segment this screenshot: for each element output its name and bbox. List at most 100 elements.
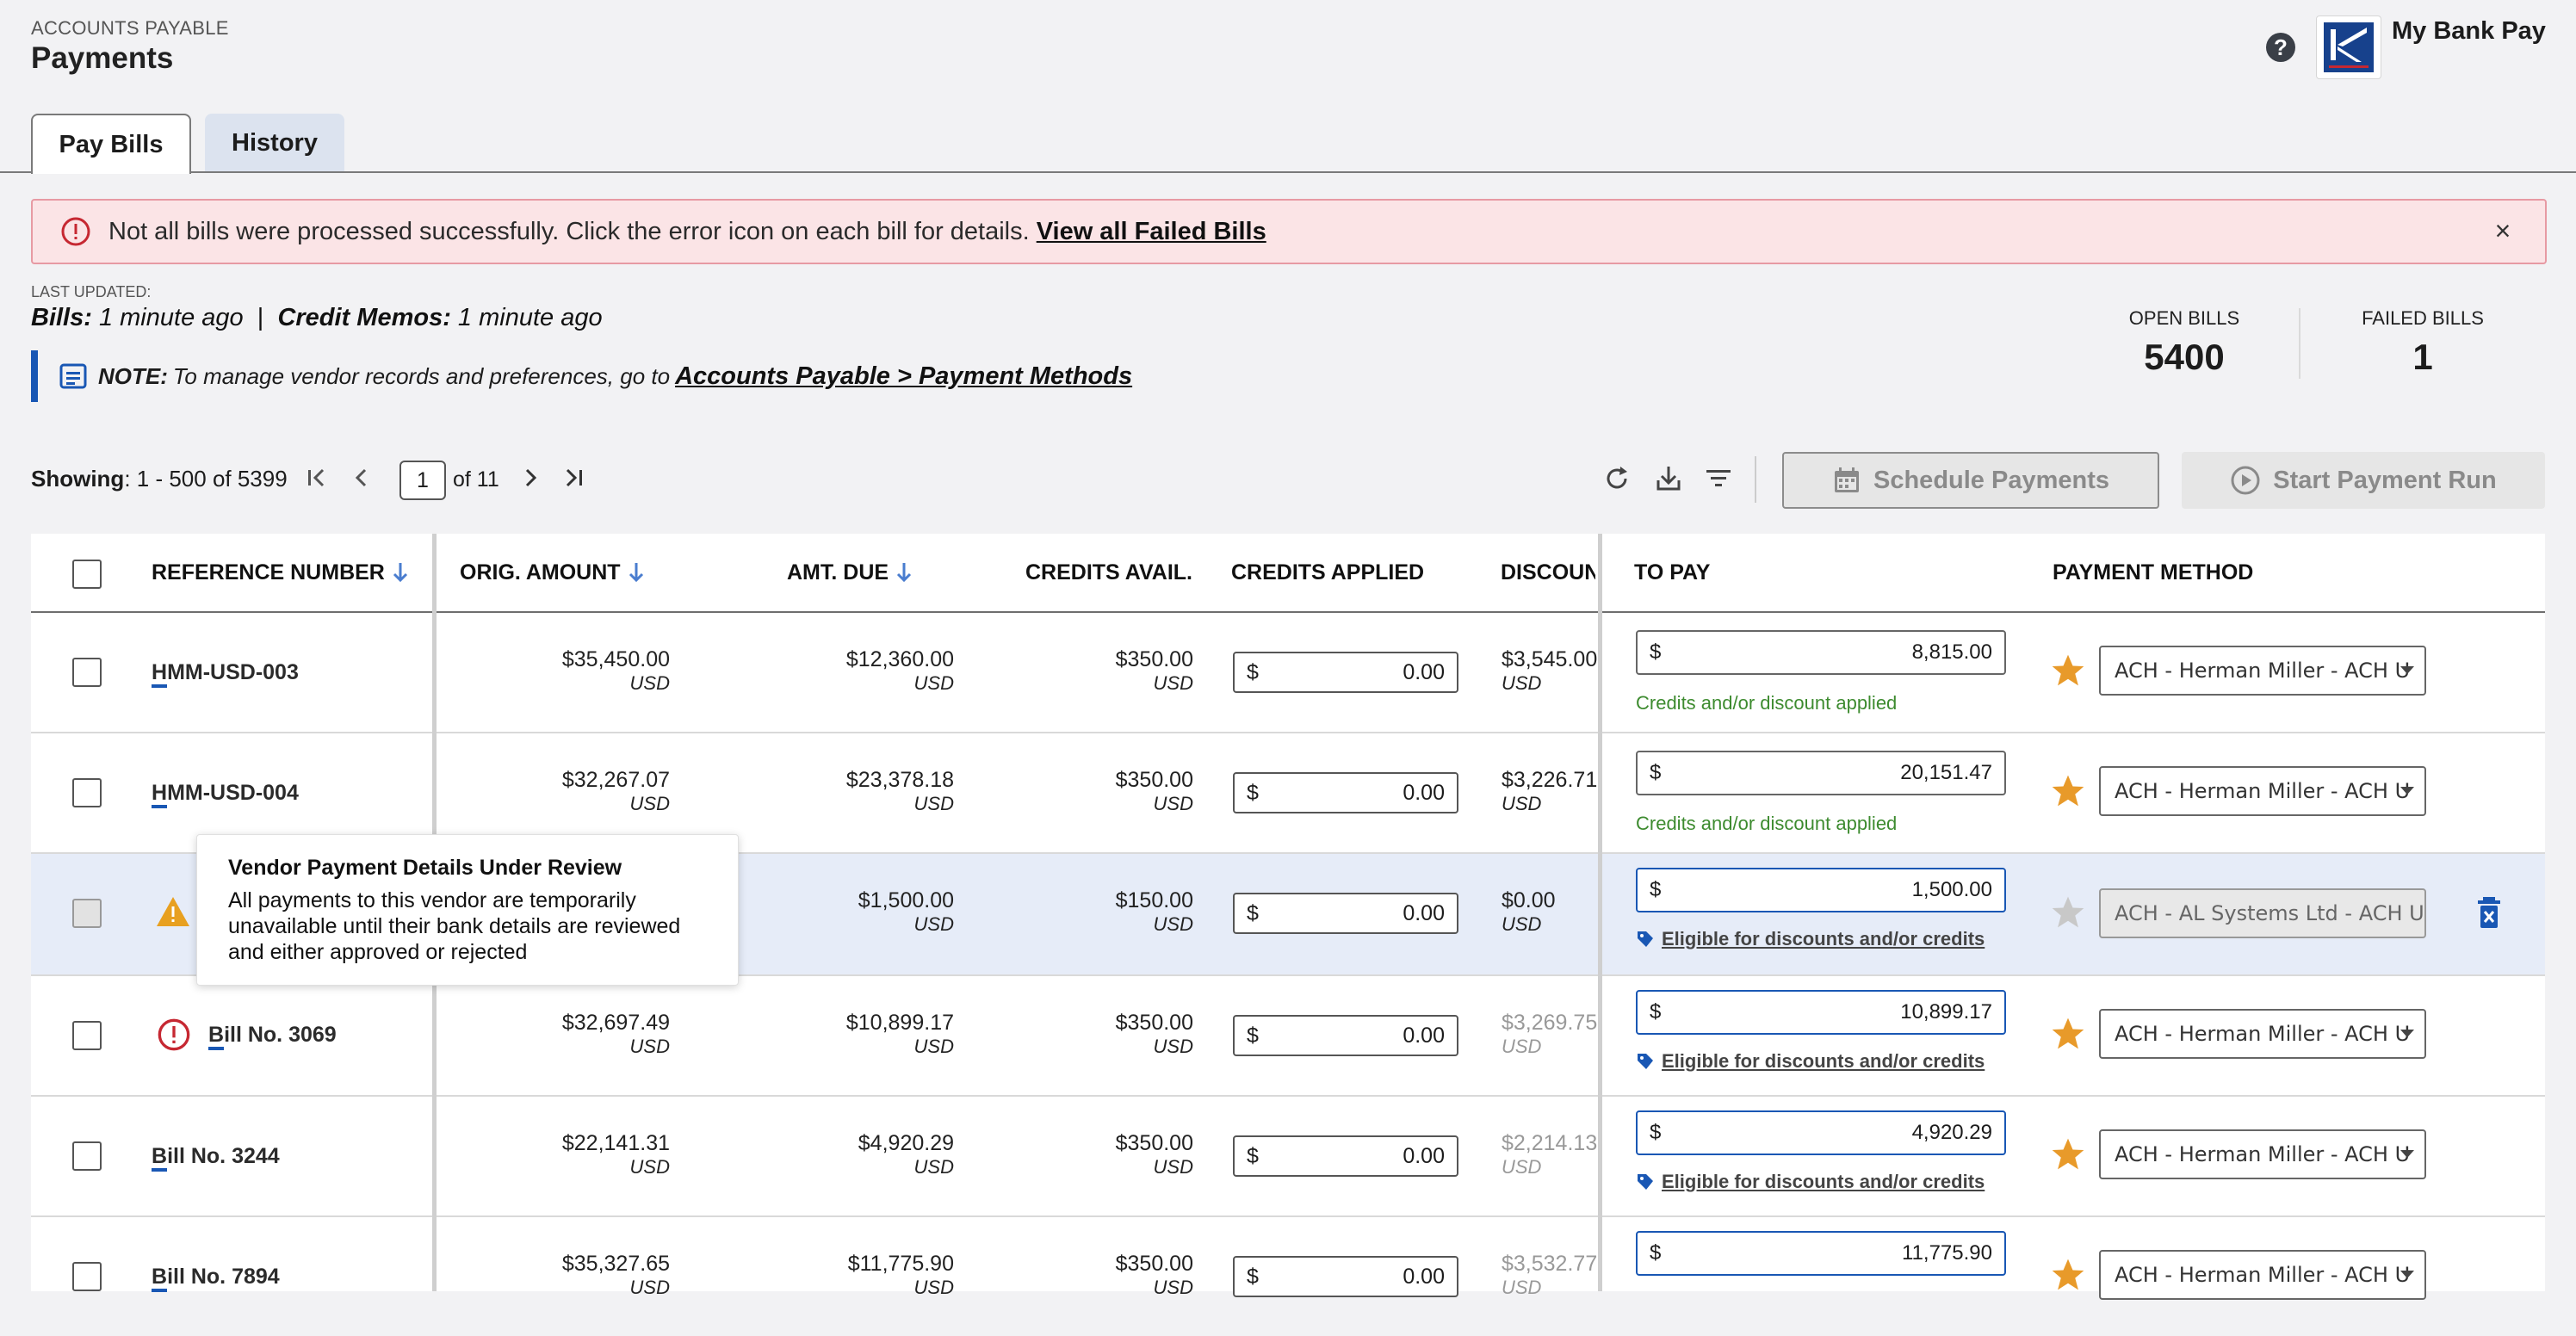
warning-icon[interactable] (155, 895, 191, 928)
bills-label: Bills: (31, 304, 92, 331)
to-pay-input[interactable]: $11,775.90 (1636, 1231, 2006, 1276)
to-pay-input[interactable]: $10,899.17 (1636, 990, 2006, 1035)
payment-method-select[interactable]: ACH - Herman Miller - ACH U (2099, 1129, 2426, 1179)
tooltip-body: All payments to this vendor are temporar… (228, 888, 681, 964)
select-all-checkbox[interactable] (72, 560, 102, 589)
credits-applied-input[interactable]: $0.00 (1233, 772, 1458, 813)
payment-method-select[interactable]: ACH - AL Systems Ltd - ACH US (2099, 888, 2426, 938)
next-page-icon[interactable] (515, 462, 546, 493)
filter-icon[interactable] (1701, 461, 1736, 496)
row-checkbox[interactable] (72, 899, 102, 928)
close-icon[interactable]: × (2486, 214, 2519, 247)
payment-method-select[interactable]: ACH - Herman Miller - ACH U (2099, 1250, 2426, 1300)
row-checkbox[interactable] (72, 778, 102, 807)
orig-amount: $35,450.00 USD (561, 647, 670, 694)
reference-link[interactable]: Bill No. 3069 (208, 1023, 337, 1050)
row-checkbox[interactable] (72, 1141, 102, 1171)
payment-method-select[interactable]: ACH - Herman Miller - ACH U (2099, 766, 2426, 816)
column-header-credits-applied[interactable]: CREDITS APPLIED (1231, 534, 1424, 611)
play-icon (2230, 465, 2273, 496)
sort-arrow-icon (392, 561, 409, 584)
amount-due: $11,775.90 USD (847, 1252, 954, 1298)
column-header-discount[interactable]: DISCOUN (1501, 534, 1595, 611)
help-icon[interactable]: ? (2266, 33, 2295, 62)
reference-link[interactable]: HMM-USD-004 (152, 781, 299, 808)
showing-range: : 1 - 500 of 5399 (124, 466, 288, 492)
credits-label: Credit Memos: (277, 304, 451, 331)
start-payment-run-button[interactable]: Start Payment Run (2182, 452, 2545, 509)
chevron-down-icon (2400, 1030, 2414, 1037)
star-icon[interactable] (2049, 1015, 2087, 1053)
column-header-credits-avail[interactable]: CREDITS AVAIL. (1025, 534, 1192, 611)
showing-label: Showing (31, 466, 125, 492)
column-header-reference[interactable]: REFERENCE NUMBER (152, 534, 409, 611)
banner-text: Not all bills were processed successfull… (108, 217, 1030, 245)
amount-due: $12,360.00 USD (845, 647, 954, 694)
column-header-amt-due[interactable]: AMT. DUE (787, 534, 913, 611)
tag-icon (1638, 931, 1653, 947)
error-banner: Not all bills were processed successfull… (31, 199, 2547, 264)
reference-link[interactable]: Bill No. 7894 (152, 1265, 280, 1292)
star-icon[interactable] (2049, 1256, 2087, 1294)
credits-applied-input[interactable]: $0.00 (1233, 1015, 1458, 1056)
reference-link[interactable]: HMM-USD-003 (152, 660, 299, 688)
schedule-payments-button[interactable]: Schedule Payments (1782, 452, 2159, 509)
first-page-icon[interactable] (301, 462, 332, 493)
prev-page-icon[interactable] (346, 462, 377, 493)
tab-divider (0, 171, 2576, 173)
credits-applied-input[interactable]: $0.00 (1233, 1135, 1458, 1177)
to-pay-input[interactable]: $8,815.00 (1636, 630, 2006, 675)
failed-bills-stat: FAILED BILLS 1 (2347, 307, 2499, 378)
eligible-discounts-link[interactable]: Eligible for discounts and/or credits (1636, 1171, 1985, 1193)
row-checkbox[interactable] (72, 1262, 102, 1291)
payment-methods-link[interactable]: Accounts Payable > Payment Methods (675, 362, 1132, 391)
note-text: To manage vendor records and preferences… (172, 362, 671, 389)
star-icon[interactable] (2049, 1135, 2087, 1173)
orig-amount: $32,267.07 USD (561, 768, 670, 814)
discount-amount: $0.00 USD (1502, 888, 1556, 935)
tag-icon (1638, 1054, 1653, 1069)
to-pay-input[interactable]: $1,500.00 (1636, 868, 2006, 912)
credits-applied-note: Credits and/or discount applied (1636, 692, 1898, 714)
credits-available: $350.00 USD (1115, 647, 1193, 694)
row-checkbox[interactable] (72, 1021, 102, 1050)
sort-arrow-icon (628, 561, 645, 584)
chevron-down-icon (2400, 1150, 2414, 1158)
star-icon[interactable] (2049, 772, 2087, 810)
last-page-icon[interactable] (558, 462, 589, 493)
credits-applied-input[interactable]: $0.00 (1233, 652, 1458, 693)
error-icon[interactable] (157, 1017, 191, 1052)
credits-applied-input[interactable]: $0.00 (1233, 893, 1458, 934)
tab-pay-bills[interactable]: Pay Bills (31, 114, 191, 174)
to-pay-input[interactable]: $20,151.47 (1636, 751, 2006, 795)
to-pay-input[interactable]: $4,920.29 (1636, 1110, 2006, 1155)
page-number-input[interactable]: 1 (399, 461, 446, 500)
failed-bills-label: FAILED BILLS (2362, 307, 2484, 329)
view-failed-bills-link[interactable]: View all Failed Bills (1037, 218, 1266, 246)
download-icon[interactable] (1651, 461, 1686, 496)
column-header-orig-amount[interactable]: ORIG. AMOUNT (460, 534, 645, 611)
eligible-discounts-link[interactable]: Eligible for discounts and/or credits (1636, 928, 1985, 950)
payment-method-select[interactable]: ACH - Herman Miller - ACH U (2099, 1009, 2426, 1059)
remove-icon[interactable] (2474, 895, 2504, 930)
credits-available: $350.00 USD (1115, 1011, 1193, 1057)
note-label: NOTE: (98, 362, 168, 389)
refresh-icon[interactable] (1600, 461, 1634, 496)
star-icon[interactable] (2049, 894, 2087, 931)
eligible-discounts-link[interactable]: Eligible for discounts and/or credits (1636, 1050, 1985, 1073)
payment-method-select[interactable]: ACH - Herman Miller - ACH U (2099, 646, 2426, 696)
tag-icon (1638, 1174, 1653, 1190)
row-checkbox[interactable] (72, 658, 102, 687)
table-row: Bill No. 3069 $32,697.49 USD $10,899.17 US… (31, 976, 2545, 1097)
reference-link[interactable]: Bill No. 3244 (152, 1144, 280, 1172)
credits-updated: 1 minute ago (457, 304, 603, 331)
open-bills-stat: OPEN BILLS 5400 (2111, 307, 2257, 378)
star-icon[interactable] (2049, 652, 2087, 690)
orig-amount: $22,141.31 USD (561, 1131, 670, 1178)
tab-history[interactable]: History (205, 114, 344, 172)
discount-amount: $3,545.00 USD (1502, 647, 1598, 694)
column-header-payment-method[interactable]: PAYMENT METHOD (2053, 534, 2253, 611)
chevron-down-icon (2400, 666, 2414, 674)
column-header-to-pay[interactable]: TO PAY (1634, 534, 1710, 611)
amount-due: $23,378.18 USD (845, 768, 954, 814)
